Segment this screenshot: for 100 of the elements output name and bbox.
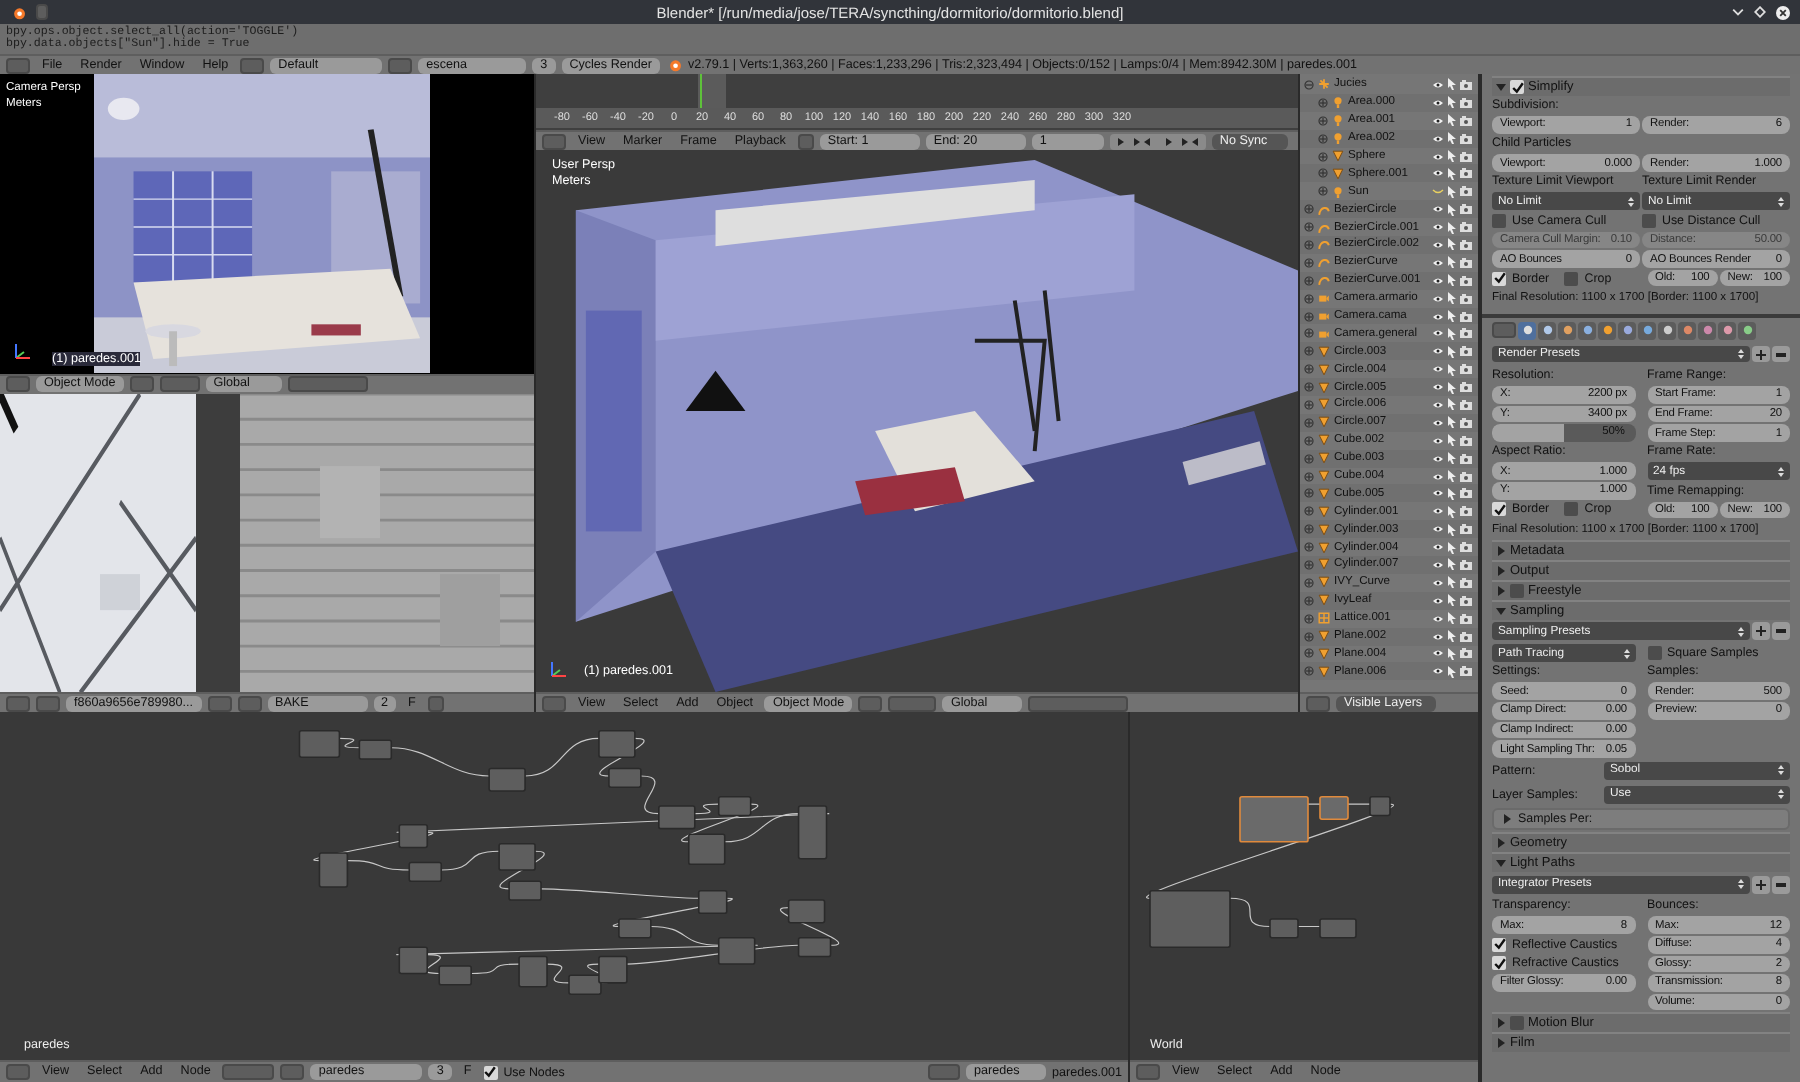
camera-icon[interactable] [1460,631,1472,642]
expand-icon[interactable] [1304,631,1314,642]
collapse-icon[interactable] [1304,79,1314,90]
camera-icon[interactable] [1460,417,1472,428]
expand-icon[interactable] [1304,559,1314,570]
node[interactable] [1269,918,1299,939]
playback-controls-icon[interactable] [1109,133,1206,149]
node[interactable] [508,880,542,901]
camera-icon[interactable] [1460,168,1472,179]
camera-icon[interactable] [1460,577,1472,588]
modifiers-tab[interactable] [1638,321,1656,339]
node[interactable] [1319,918,1357,939]
visibility-icon[interactable] [1432,346,1444,357]
camera-icon[interactable] [1460,222,1472,233]
visibility-icon[interactable] [1432,488,1444,499]
node[interactable] [787,899,826,924]
camera-icon[interactable] [1460,133,1472,144]
scene-tab[interactable] [1558,321,1576,339]
expand-icon[interactable] [1304,364,1314,375]
node[interactable] [318,852,349,888]
checkbox[interactable] [1492,937,1506,952]
expand-icon[interactable] [1304,257,1314,268]
checkbox[interactable] [1510,80,1524,94]
node[interactable] [658,805,696,830]
expand-icon[interactable] [1304,293,1314,304]
node[interactable] [608,767,642,788]
camera-icon[interactable] [1460,311,1472,322]
camera-icon[interactable] [1460,79,1472,90]
visibility-icon[interactable] [1432,435,1444,446]
camera-icon[interactable] [1460,239,1472,250]
node[interactable] [358,739,393,760]
node[interactable] [717,795,752,817]
expand-icon[interactable] [1318,97,1328,108]
visibility-icon[interactable] [1432,613,1444,624]
remove-preset-button[interactable] [1772,876,1790,894]
expand-icon[interactable] [1304,311,1314,322]
camera-icon[interactable] [1460,435,1472,446]
expand-icon[interactable] [1318,133,1328,144]
node[interactable] [488,767,526,792]
node[interactable] [398,946,428,975]
visibility-icon[interactable] [1432,453,1444,464]
remove-preset-button[interactable] [1772,345,1790,363]
visibility-icon[interactable] [1432,97,1444,108]
camera-icon[interactable] [1460,506,1472,517]
visibility-icon[interactable] [1432,577,1444,588]
camera-icon[interactable] [1460,257,1472,268]
visibility-icon[interactable] [1432,399,1444,410]
node[interactable] [408,861,442,883]
add-preset-button[interactable] [1752,622,1770,641]
camera-icon[interactable] [1460,346,1472,357]
camera-icon[interactable] [1460,542,1472,553]
expand-icon[interactable] [1304,506,1314,517]
node[interactable] [398,824,428,849]
camera-icon[interactable] [1460,151,1472,161]
visibility-icon[interactable] [1432,471,1444,482]
expand-icon[interactable] [1304,399,1314,410]
checkbox[interactable] [483,1065,498,1079]
visibility-icon[interactable] [1432,631,1444,642]
visibility-icon[interactable] [1432,595,1444,606]
camera-icon[interactable] [1460,293,1472,304]
visibility-icon[interactable] [1432,364,1444,375]
remove-preset-button[interactable] [1772,622,1790,641]
expand-icon[interactable] [1304,239,1314,250]
physics-tab[interactable] [1738,321,1756,339]
maximize-icon[interactable] [1754,6,1766,18]
visibility-icon[interactable] [1432,542,1444,553]
expand-icon[interactable] [1304,613,1314,624]
checkbox[interactable] [1642,213,1656,228]
visibility-icon[interactable] [1432,648,1444,659]
node[interactable] [1239,795,1309,843]
close-icon[interactable] [1776,5,1790,19]
expand-icon[interactable] [1304,488,1314,499]
camera-icon[interactable] [1460,648,1472,659]
expand-icon[interactable] [1304,471,1314,482]
node[interactable] [498,842,536,871]
visibility-icon[interactable] [1432,311,1444,322]
camera-icon[interactable] [1460,613,1472,624]
node[interactable] [568,974,602,995]
node[interactable] [717,936,756,965]
node[interactable] [797,936,832,958]
checkbox[interactable] [1492,271,1506,286]
add-preset-button[interactable] [1752,876,1770,894]
checkbox[interactable] [1492,956,1506,971]
data-tab[interactable] [1658,321,1676,339]
camera-icon[interactable] [1460,204,1472,215]
visibility-icon[interactable] [1432,239,1444,250]
node[interactable] [518,955,548,988]
visibility-icon[interactable] [1432,382,1444,393]
node[interactable] [1149,889,1231,948]
visibility-icon[interactable] [1432,115,1444,126]
visibility-icon[interactable] [1432,417,1444,428]
expand-icon[interactable] [1304,524,1314,535]
expand-icon[interactable] [1304,275,1314,286]
camera-icon[interactable] [1460,328,1472,339]
expand-icon[interactable] [1304,648,1314,659]
visibility-icon[interactable] [1432,204,1444,215]
visibility-icon[interactable] [1432,506,1444,517]
particles-tab[interactable] [1718,321,1736,339]
visibility-icon[interactable] [1432,524,1444,535]
camera-icon[interactable] [1460,364,1472,375]
